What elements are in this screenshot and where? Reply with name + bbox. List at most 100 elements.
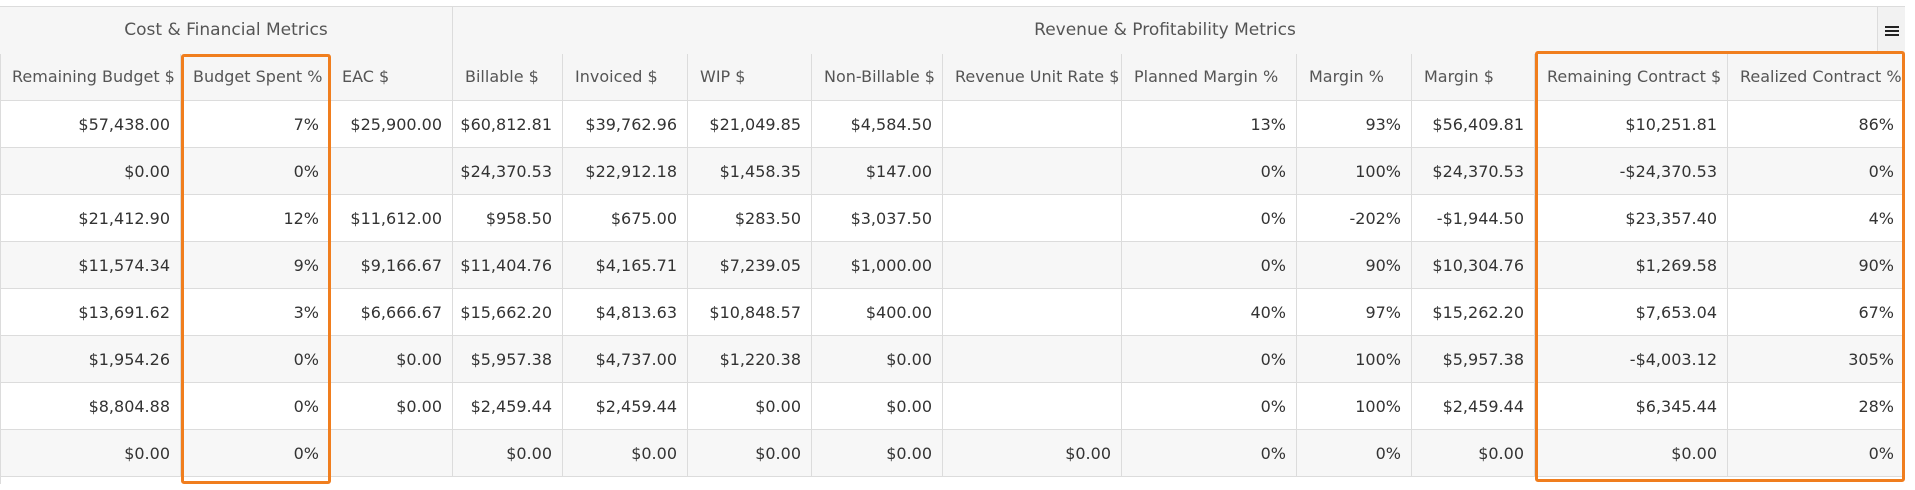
table-cell: $0.00 bbox=[453, 430, 563, 477]
column-menu-button[interactable] bbox=[1877, 7, 1905, 54]
table-row[interactable]: $0.00 0% $24,370.53 $22,912.18 $1,458.35 $147… bbox=[0, 148, 1905, 195]
table-cell: $1,954.26 bbox=[0, 336, 181, 383]
table-cell: 0% bbox=[1297, 430, 1412, 477]
column-header[interactable]: Planned Margin % bbox=[1122, 54, 1297, 100]
table-cell: 0% bbox=[181, 430, 330, 477]
table-cell: $0.00 bbox=[943, 430, 1122, 477]
table-cell bbox=[943, 195, 1122, 242]
table-cell bbox=[943, 289, 1122, 336]
table-cell: $11,404.76 bbox=[453, 242, 563, 289]
table-cell: $0.00 bbox=[563, 430, 688, 477]
table-row[interactable]: $11,574.34 9% $9,166.67 $11,404.76 $4,165.71… bbox=[0, 242, 1905, 289]
table-cell: $6,345.44 bbox=[1535, 383, 1728, 430]
table-cell: $10,848.57 bbox=[688, 289, 812, 336]
table-cell: 0% bbox=[1122, 336, 1297, 383]
table-row[interactable]: $1,954.26 0% $0.00 $5,957.38 $4,737.00 $1,220… bbox=[0, 336, 1905, 383]
table-cell: $0.00 bbox=[0, 148, 181, 195]
table-cell: $15,262.20 bbox=[1412, 289, 1535, 336]
table-row[interactable]: $0.00 0% $0.00 $0.00 $0.00 $0.00 $0.00 0% 0% $0.0… bbox=[0, 430, 1905, 477]
table-cell bbox=[943, 242, 1122, 289]
column-header[interactable]: WIP $ bbox=[688, 54, 812, 100]
hamburger-menu-icon bbox=[1884, 24, 1899, 38]
column-header[interactable]: Margin $ bbox=[1412, 54, 1535, 100]
table-row[interactable]: $21,412.90 12% $11,612.00 $958.50 $675.00 $28… bbox=[0, 195, 1905, 242]
column-header[interactable]: Billable $ bbox=[453, 54, 563, 100]
table-cell: $0.00 bbox=[812, 336, 943, 383]
column-header[interactable]: Margin % bbox=[1297, 54, 1412, 100]
table-cell: 0% bbox=[1728, 430, 1905, 477]
table-cell: $2,459.44 bbox=[453, 383, 563, 430]
column-header[interactable]: Invoiced $ bbox=[563, 54, 688, 100]
table-cell: 93% bbox=[1297, 101, 1412, 148]
table-cell: $8,804.88 bbox=[0, 383, 181, 430]
table-cell: $23,357.40 bbox=[1535, 195, 1728, 242]
column-header[interactable]: Realized Contract % bbox=[1728, 54, 1905, 100]
table-cell bbox=[943, 148, 1122, 195]
table-cell: $1,220.38 bbox=[688, 336, 812, 383]
group-header-cost: Cost & Financial Metrics bbox=[0, 7, 453, 54]
table-cell: 0% bbox=[181, 148, 330, 195]
table-cell: $5,957.38 bbox=[453, 336, 563, 383]
column-header[interactable]: Remaining Budget $ bbox=[0, 54, 181, 100]
table-cell: $24,370.53 bbox=[1412, 148, 1535, 195]
table-cell: 0% bbox=[1728, 148, 1905, 195]
table-cell: $0.00 bbox=[812, 430, 943, 477]
column-header[interactable]: Revenue Unit Rate $ bbox=[943, 54, 1122, 100]
table-cell: $4,584.50 bbox=[812, 101, 943, 148]
table-cell: $4,737.00 bbox=[563, 336, 688, 383]
table-cell: $0.00 bbox=[0, 430, 181, 477]
table-cell: $958.50 bbox=[453, 195, 563, 242]
table-cell: $22,912.18 bbox=[563, 148, 688, 195]
table-cell: 90% bbox=[1728, 242, 1905, 289]
table-cell: $7,653.04 bbox=[1535, 289, 1728, 336]
table-cell: $10,251.81 bbox=[1535, 101, 1728, 148]
table-cell: $0.00 bbox=[1535, 430, 1728, 477]
data-grid: Cost & Financial Metrics Revenue & Profi… bbox=[0, 0, 1915, 490]
table-cell: 4% bbox=[1728, 195, 1905, 242]
table-cell: 0% bbox=[1122, 148, 1297, 195]
table-cell: 67% bbox=[1728, 289, 1905, 336]
table-cell: 97% bbox=[1297, 289, 1412, 336]
column-group-header-row: Cost & Financial Metrics Revenue & Profi… bbox=[0, 6, 1905, 55]
grid-left-border bbox=[0, 54, 1, 484]
table-cell: 7% bbox=[181, 101, 330, 148]
table-cell: $0.00 bbox=[688, 430, 812, 477]
table-cell: $0.00 bbox=[812, 383, 943, 430]
table-cell bbox=[943, 336, 1122, 383]
table-cell: 0% bbox=[181, 336, 330, 383]
table-cell: $56,409.81 bbox=[1412, 101, 1535, 148]
table-cell: $24,370.53 bbox=[453, 148, 563, 195]
table-cell: $0.00 bbox=[1412, 430, 1535, 477]
column-header[interactable]: Remaining Contract $ bbox=[1535, 54, 1728, 100]
table-cell: $9,166.67 bbox=[330, 242, 453, 289]
table-row[interactable]: $57,438.00 7% $25,900.00 $60,812.81 $39,762.… bbox=[0, 101, 1905, 148]
table-cell bbox=[330, 148, 453, 195]
table-cell: $7,239.05 bbox=[688, 242, 812, 289]
table-cell: $1,000.00 bbox=[812, 242, 943, 289]
table-cell: $2,459.44 bbox=[1412, 383, 1535, 430]
table-cell: $57,438.00 bbox=[0, 101, 181, 148]
table-cell: 100% bbox=[1297, 383, 1412, 430]
table-cell: $147.00 bbox=[812, 148, 943, 195]
table-cell: -202% bbox=[1297, 195, 1412, 242]
table-cell bbox=[943, 101, 1122, 148]
table-cell: $0.00 bbox=[330, 336, 453, 383]
table-cell: $283.50 bbox=[688, 195, 812, 242]
table-cell bbox=[943, 383, 1122, 430]
table-cell: $10,304.76 bbox=[1412, 242, 1535, 289]
table-cell: $4,165.71 bbox=[563, 242, 688, 289]
table-cell: -$1,944.50 bbox=[1412, 195, 1535, 242]
column-header[interactable]: Budget Spent % bbox=[181, 54, 330, 100]
column-header[interactable]: EAC $ bbox=[330, 54, 453, 100]
table-cell: 0% bbox=[181, 383, 330, 430]
column-header[interactable]: Non-Billable $ bbox=[812, 54, 943, 100]
table-cell: $0.00 bbox=[330, 383, 453, 430]
table-cell bbox=[330, 430, 453, 477]
table-row[interactable]: $8,804.88 0% $0.00 $2,459.44 $2,459.44 $0.00 $… bbox=[0, 383, 1905, 430]
table-cell: 28% bbox=[1728, 383, 1905, 430]
table-cell: 40% bbox=[1122, 289, 1297, 336]
table-row[interactable]: $13,691.62 3% $6,666.67 $15,662.20 $4,813.63… bbox=[0, 289, 1905, 336]
table-cell: 0% bbox=[1122, 430, 1297, 477]
table-cell: 3% bbox=[181, 289, 330, 336]
table-cell: 0% bbox=[1122, 242, 1297, 289]
